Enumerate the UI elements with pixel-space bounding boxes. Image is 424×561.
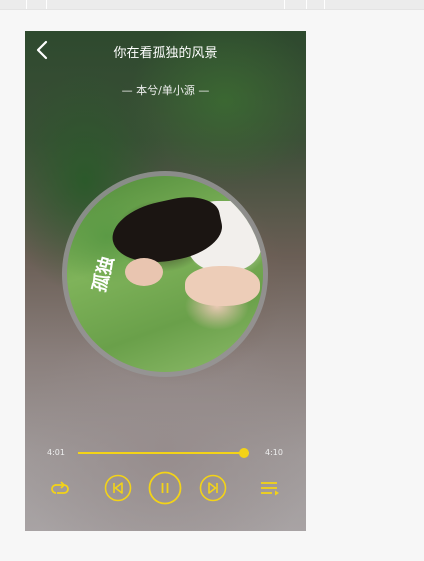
album-cover: 孤独 — [67, 176, 263, 372]
previous-button[interactable] — [104, 474, 132, 502]
pause-icon — [148, 471, 182, 505]
strip-divider — [26, 0, 27, 9]
playlist-icon — [261, 482, 279, 496]
repeat-icon — [51, 481, 69, 494]
playlist-button[interactable] — [259, 478, 281, 498]
strip-divider — [284, 0, 285, 9]
album-cover-title: 孤独 — [88, 254, 119, 295]
cover-figure-arm — [185, 266, 260, 306]
strip-divider — [324, 0, 325, 9]
strip-divider — [306, 0, 307, 9]
next-button[interactable] — [199, 474, 227, 502]
cover-figure-face — [125, 258, 163, 286]
progress-bar[interactable] — [78, 448, 249, 458]
browser-top-strip — [0, 0, 424, 9]
progress-knob[interactable] — [238, 448, 249, 458]
current-time: 4:01 — [47, 448, 65, 457]
strip-divider — [46, 0, 47, 9]
total-time: 4:10 — [265, 448, 283, 457]
song-title: 你在看孤独的风景 — [113, 46, 218, 61]
progress-fill — [78, 452, 244, 454]
top-divider-line — [0, 9, 424, 10]
pause-button[interactable] — [148, 471, 182, 505]
artist-line: — 本兮/单小源 — — [121, 84, 210, 97]
repeat-button[interactable] — [49, 477, 71, 499]
previous-track-icon — [104, 474, 132, 502]
music-player-screen: 你在看孤独的风景 — 本兮/单小源 — 孤独 4:01 4:10 — [25, 31, 306, 531]
next-track-icon — [199, 474, 227, 502]
